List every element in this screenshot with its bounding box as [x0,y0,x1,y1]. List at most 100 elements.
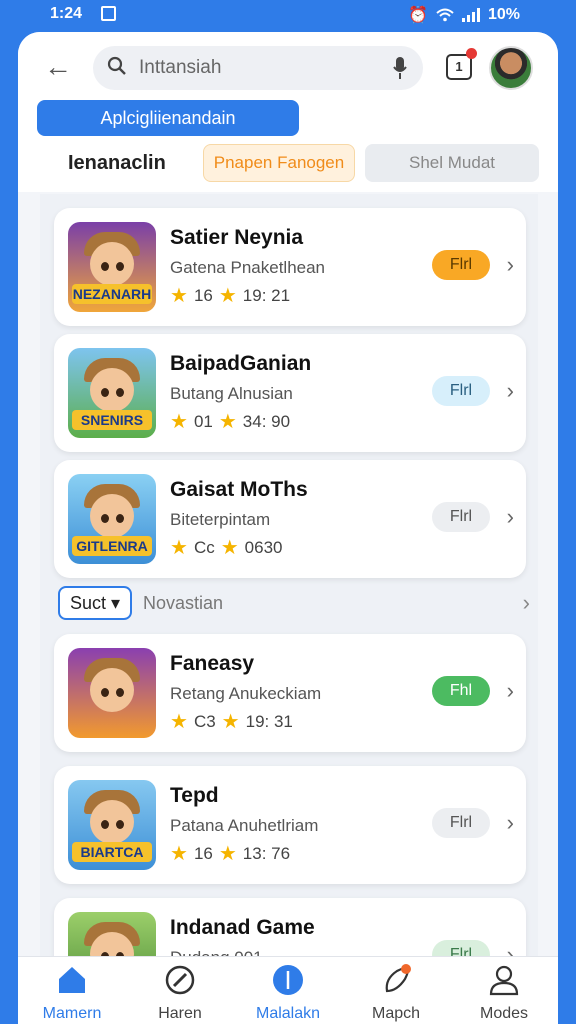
thumbnail-banner: GITLENRA [72,536,152,556]
stat-value: 13: 76 [242,844,291,863]
star-icon: ★ [170,537,188,559]
tab-bar: Ienanaclin Pnapen Fanogen Shel Mudat [18,144,558,186]
chevron-right-icon[interactable]: › [523,590,530,616]
game-thumbnail: GITLENRA [68,474,156,564]
category-chip[interactable]: Aplcigliienandain [37,100,299,136]
stat-value: Cc [193,538,215,557]
status-bar: 1:24 ⏰ 10% [0,0,576,30]
tab-pnapen-fanogen[interactable]: Pnapen Fanogen [203,144,355,182]
star-icon: ★ [218,411,237,433]
chevron-right-icon[interactable]: › [507,810,514,836]
star-icon: ★ [170,711,188,733]
tab-shel-mudat[interactable]: Shel Mudat [365,144,539,182]
search-input[interactable] [139,54,379,82]
stat-value: 16 [193,286,213,305]
star-icon: ★ [170,285,188,307]
stat-value: 0630 [244,538,283,557]
notification-bell-icon[interactable]: 1 [446,48,477,80]
tab-ienanaclin[interactable]: Ienanaclin [68,152,166,175]
nav-item-modes[interactable]: Modes [450,957,558,1024]
battery-percent: 10% [487,6,520,23]
game-list: NEZANARH Satier Neynia Gatena Pnaketlhea… [40,194,538,1016]
item-subtitle: Gatena Pnaketlhean [170,258,326,277]
game-thumbnail: NEZANARH [68,222,156,312]
item-title: BaipadGanian [170,352,312,375]
item-stats: ★ 16 ★ 13: 76 [170,844,290,864]
compass-icon [163,963,197,997]
game-thumbnail: BIARTCA [68,780,156,870]
section-label: Novastian [143,593,224,613]
thumbnail-banner: BIARTCA [72,842,152,862]
chevron-right-icon[interactable]: › [507,504,514,530]
stat-value: C3 [193,712,216,731]
stat-value: 19: 21 [242,286,291,305]
nav-label: Mapch [371,1005,421,1022]
microphone-icon[interactable] [393,56,407,80]
list-item[interactable]: NEZANARH Satier Neynia Gatena Pnaketlhea… [54,208,526,326]
list-item[interactable]: Faneasy Retang Anukeckiam ★ C3 ★ 19: 31 … [54,634,526,752]
item-title: Tepd [170,784,219,807]
item-title: Faneasy [170,652,255,675]
install-badge[interactable]: Flrl [432,808,490,838]
nav-item-haren[interactable]: Haren [126,957,234,1024]
stat-value: 34: 90 [242,412,291,431]
nav-label: Malalakn [255,1005,321,1022]
install-badge[interactable]: Fhl [432,676,490,706]
section-header: Suct ▾ Novastian › [40,586,538,622]
install-badge[interactable]: Flrl [432,502,490,532]
signal-icon [461,8,480,22]
item-title: Indanad Game [170,916,315,939]
nav-item-mapch[interactable]: Mapch [342,957,450,1024]
item-stats: ★ Cc ★ 0630 [170,538,282,558]
item-subtitle: Butang Alnusian [170,384,293,403]
nav-label: Modes [479,1005,529,1022]
nav-item-mamern[interactable]: Mamern [18,957,126,1024]
star-icon: ★ [220,537,239,559]
notification-count: 1 [455,59,463,74]
star-icon: ★ [170,411,188,433]
thumbnail-banner: NEZANARH [72,284,152,304]
stat-value: 19: 31 [245,712,293,731]
star-icon: ★ [221,711,240,733]
notification-dot [466,48,477,59]
item-subtitle: Patana Anuhetlriam [170,816,319,835]
install-badge[interactable]: Flrl [432,250,490,280]
install-badge[interactable]: Flrl [432,376,490,406]
wifi-icon [436,8,454,22]
chevron-right-icon[interactable]: › [507,378,514,404]
alarm-icon: ⏰ [408,7,428,24]
status-time: 1:24 [50,5,83,22]
section-dropdown[interactable]: Suct ▾ [58,586,132,620]
stat-value: 01 [193,412,213,431]
app-window: ← 1 Aplcigliienandain Ienanaclin Pnapen … [18,32,558,1024]
nav-label: Haren [158,1005,202,1022]
item-subtitle: Biteterpintam [170,510,271,529]
chevron-right-icon[interactable]: › [507,678,514,704]
plus-circle-icon [271,963,305,997]
thumbnail-banner: SNENIRS [72,410,152,430]
item-title: Gaisat MoThs [170,478,308,501]
chevron-right-icon[interactable]: › [507,252,514,278]
back-arrow-icon[interactable]: ← [40,50,76,86]
list-item[interactable]: BIARTCA Tepd Patana Anuhetlriam ★ 16 ★ 1… [54,766,526,884]
nav-item-malalakn[interactable]: Malalakn [234,957,342,1024]
list-item[interactable]: GITLENRA Gaisat MoThs Biteterpintam ★ Cc… [54,460,526,578]
game-thumbnail [68,648,156,738]
item-stats: ★ 16 ★ 19: 21 [170,286,290,306]
item-subtitle: Retang Anukeckiam [170,684,322,703]
bottom-navigation: Mamern Haren Malalakn Mapch Modes [18,956,558,1024]
search-icon [107,56,126,75]
search-bar[interactable] [93,46,423,90]
notification-status-icon [101,6,116,21]
list-item[interactable]: SNENIRS BaipadGanian Butang Alnusian ★ 0… [54,334,526,452]
header: ← 1 Aplcigliienandain Ienanaclin Pnapen … [18,32,558,192]
nav-label: Mamern [42,1005,102,1022]
game-thumbnail: SNENIRS [68,348,156,438]
avatar[interactable] [489,46,533,90]
star-icon: ★ [218,843,237,865]
star-icon: ★ [218,285,237,307]
home-icon [55,963,89,997]
item-stats: ★ C3 ★ 19: 31 [170,712,293,732]
stat-value: 16 [193,844,213,863]
person-icon [487,963,521,997]
